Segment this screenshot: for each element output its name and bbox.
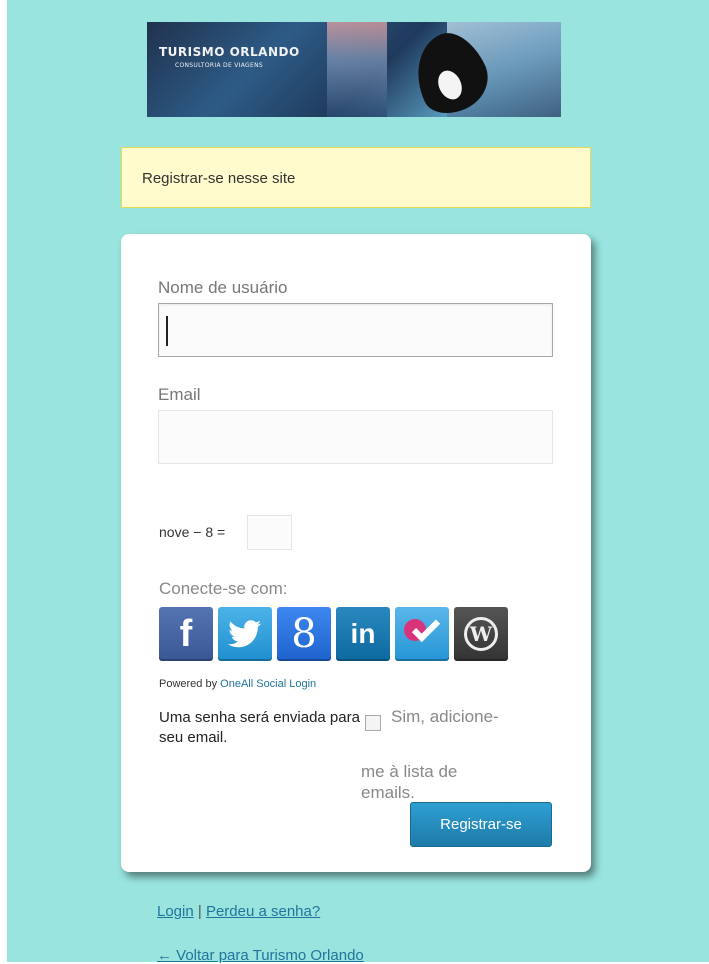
- email-label: Email: [158, 385, 201, 404]
- google-icon: 8: [291, 611, 317, 657]
- lost-password-link[interactable]: Perdeu a senha?: [206, 903, 320, 920]
- wordpress-login-button[interactable]: W: [454, 607, 508, 661]
- oneall-link[interactable]: OneAll Social Login: [220, 678, 316, 690]
- facebook-icon: f: [179, 612, 193, 655]
- site-logo[interactable]: Turismo Orlando Consultoria de Viagens: [147, 22, 561, 117]
- register-message: Registrar-se nesse site: [121, 147, 591, 208]
- facebook-login-button[interactable]: f: [159, 607, 213, 661]
- google-login-button[interactable]: 8: [277, 607, 331, 661]
- username-input[interactable]: [158, 303, 553, 357]
- captcha-input[interactable]: [247, 515, 292, 550]
- auth-links: Login | Perdeu a senha?: [157, 903, 320, 920]
- social-login-row: f 8 in W: [159, 607, 508, 661]
- password-note: Uma senha será enviada para seu email.: [159, 709, 360, 746]
- captcha-question: nove − 8 =: [159, 524, 226, 540]
- twitter-icon: [228, 620, 262, 648]
- login-link[interactable]: Login: [157, 903, 194, 920]
- text-caret: [166, 316, 168, 346]
- linkedin-icon: in: [350, 618, 376, 649]
- powered-prefix: Powered by: [159, 678, 218, 690]
- link-separator: |: [197, 903, 202, 920]
- register-button[interactable]: Registrar-se: [410, 802, 552, 847]
- connect-label: Conecte-se com:: [159, 579, 288, 598]
- logo-subtitle: Consultoria de Viagens: [175, 62, 263, 69]
- newsletter-label-line2: me à lista de emails.: [361, 762, 458, 802]
- username-label: Nome de usuário: [158, 278, 288, 297]
- powered-by: Powered by OneAll Social Login: [159, 678, 316, 690]
- newsletter-checkbox[interactable]: [365, 715, 381, 731]
- linkedin-login-button[interactable]: in: [336, 607, 390, 661]
- email-input[interactable]: [158, 410, 553, 464]
- logo-decoration: [327, 22, 387, 117]
- logo-title: Turismo Orlando: [159, 45, 300, 59]
- foursquare-login-button[interactable]: [395, 607, 449, 661]
- back-to-site-link[interactable]: ← Voltar para Turismo Orlando: [157, 947, 364, 964]
- newsletter-label-line1: Sim, adicione-: [391, 707, 499, 726]
- twitter-login-button[interactable]: [218, 607, 272, 661]
- wordpress-icon: W: [464, 617, 498, 651]
- register-form: Nome de usuário Email nove − 8 = Conecte…: [121, 234, 591, 872]
